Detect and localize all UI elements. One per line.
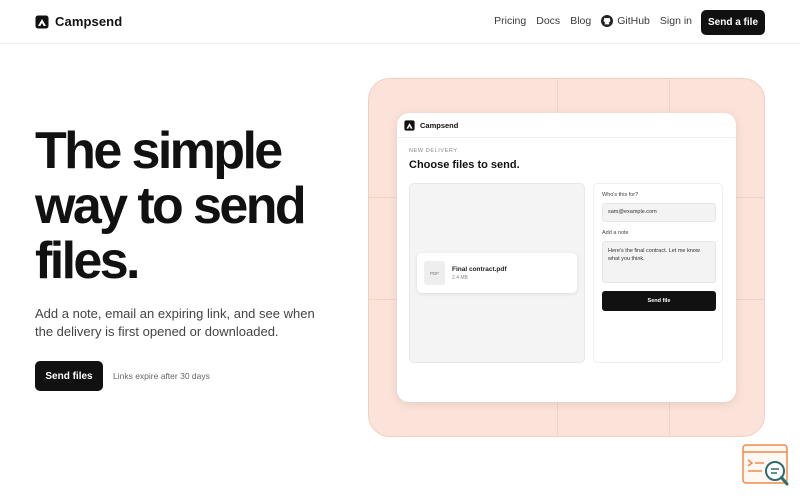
recipient-email-input[interactable]: sam@example.com <box>602 203 716 222</box>
send-file-button[interactable]: Send file <box>602 291 716 311</box>
top-nav: Campsend Pricing Docs Blog GitHub Sign i… <box>0 0 800 44</box>
note-textarea[interactable]: Here's the final contract. Let me know w… <box>602 241 716 283</box>
preview-eyebrow: NEW DELIVERY <box>409 148 458 154</box>
file-name: Final contract.pdf <box>452 266 507 273</box>
send-files-button[interactable]: Send files <box>35 361 103 391</box>
brand[interactable]: Campsend <box>35 14 122 29</box>
app-preview-window: Campsend NEW DELIVERY Choose files to se… <box>397 113 736 402</box>
nav-signin[interactable]: Sign in <box>660 15 692 27</box>
brand-name: Campsend <box>55 14 123 29</box>
campsend-logo-icon <box>35 15 49 28</box>
recipient-label: Who's this for? <box>602 192 639 198</box>
hero-subtitle: Add a note, email an expiring link, and … <box>35 306 315 339</box>
nav-github[interactable]: GitHub <box>601 15 650 27</box>
nav-links: Pricing Docs Blog GitHub Sign in <box>494 15 692 27</box>
nav-docs[interactable]: Docs <box>536 15 560 27</box>
file-card[interactable]: PDF Final contract.pdf 2.4 MB <box>417 253 577 293</box>
preview-brand-name: Campsend <box>420 121 459 130</box>
note-label: Add a note <box>602 230 629 236</box>
campsend-logo-icon <box>404 120 415 131</box>
file-size: 2.4 MB <box>452 275 468 281</box>
expiry-note: Links expire after 30 days <box>113 371 210 381</box>
github-icon <box>601 15 614 27</box>
pdf-file-icon: PDF <box>424 261 445 285</box>
preview-brand: Campsend <box>404 120 458 131</box>
hero-title: The simple way to send files. <box>35 122 307 290</box>
search-panel-icon[interactable] <box>742 444 790 488</box>
nav-pricing[interactable]: Pricing <box>494 15 526 27</box>
send-a-file-button[interactable]: Send a file <box>701 10 765 35</box>
preview-title: Choose files to send. <box>409 159 520 171</box>
nav-github-label: GitHub <box>617 15 650 27</box>
nav-blog[interactable]: Blog <box>570 15 591 27</box>
delivery-form: Who's this for? sam@example.com Add a no… <box>593 183 723 363</box>
preview-header: Campsend <box>397 113 736 138</box>
